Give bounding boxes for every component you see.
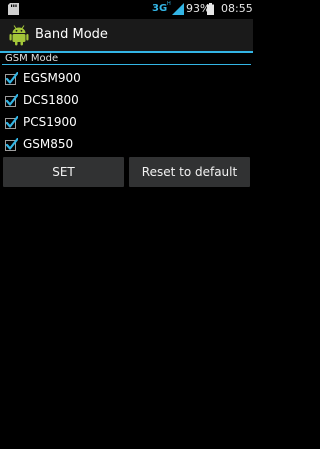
network-type: 3G bbox=[152, 3, 168, 14]
action-bar: Band Mode bbox=[0, 19, 253, 51]
option-gsm850[interactable]: GSM850 bbox=[0, 133, 253, 155]
option-label: PCS1900 bbox=[23, 115, 77, 129]
section-divider bbox=[2, 64, 251, 65]
android-icon bbox=[9, 25, 29, 46]
option-label: GSM850 bbox=[23, 137, 74, 151]
battery-icon bbox=[207, 3, 214, 15]
network-sub-label: H bbox=[167, 1, 171, 7]
signal-strength-icon bbox=[172, 3, 184, 15]
sd-card-icon bbox=[8, 3, 19, 15]
reset-to-default-button[interactable]: Reset to default bbox=[129, 157, 250, 187]
set-button[interactable]: SET bbox=[3, 157, 124, 187]
checkbox-checked-icon[interactable] bbox=[5, 72, 18, 85]
option-egsm900[interactable]: EGSM900 bbox=[0, 67, 253, 89]
checkbox-checked-icon[interactable] bbox=[5, 94, 18, 107]
option-label: DCS1800 bbox=[23, 93, 79, 107]
option-label: EGSM900 bbox=[23, 71, 81, 85]
option-pcs1900[interactable]: PCS1900 bbox=[0, 111, 253, 133]
status-bar: 3G H 93% 08:55 bbox=[0, 0, 253, 18]
option-dcs1800[interactable]: DCS1800 bbox=[0, 89, 253, 111]
page-title: Band Mode bbox=[35, 27, 108, 42]
clock: 08:55 bbox=[221, 2, 253, 15]
checkbox-checked-icon[interactable] bbox=[5, 116, 18, 129]
checkbox-checked-icon[interactable] bbox=[5, 138, 18, 151]
